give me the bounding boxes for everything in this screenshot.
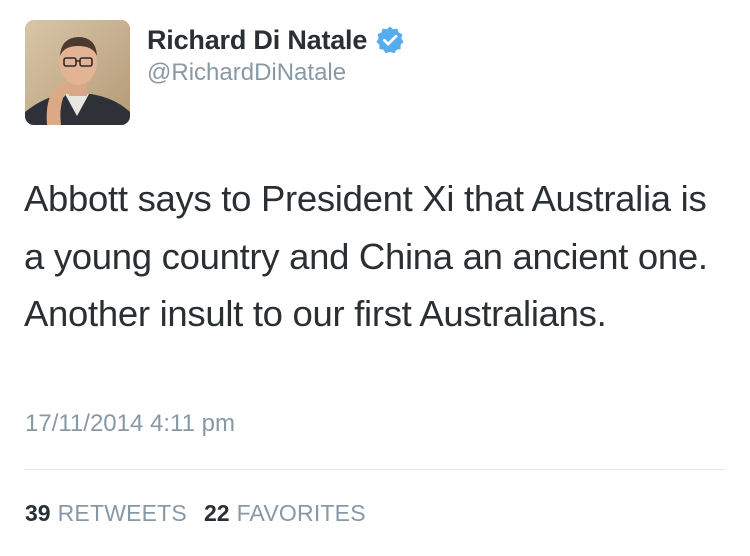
favorites-label: FAVORITES (236, 500, 366, 526)
divider (25, 469, 725, 470)
tweet-timestamp[interactable]: 17/11/2014 4:11 pm (25, 410, 235, 438)
retweets-stat[interactable]: 39 RETWEETS (25, 500, 187, 527)
retweets-label: RETWEETS (57, 500, 187, 526)
avatar[interactable] (25, 20, 130, 125)
author-info: Richard Di Natale @RichardDiNatale (147, 23, 707, 87)
user-handle[interactable]: @RichardDiNatale (147, 59, 707, 87)
tweet-header: Richard Di Natale @RichardDiNatale (25, 20, 725, 126)
tweet-stats: 39 RETWEETS 22 FAVORITES (25, 500, 383, 527)
verified-badge-icon (375, 25, 405, 55)
name-row: Richard Di Natale (147, 23, 707, 57)
tweet-card: Richard Di Natale @RichardDiNatale Abbot… (0, 0, 750, 556)
favorites-count: 22 (203, 500, 230, 526)
display-name[interactable]: Richard Di Natale (147, 25, 367, 56)
retweets-count: 39 (25, 500, 51, 526)
favorites-stat[interactable]: 22 FAVORITES (204, 500, 366, 527)
avatar-photo (25, 20, 130, 125)
tweet-text: Abbott says to President Xi that Austral… (24, 178, 708, 334)
